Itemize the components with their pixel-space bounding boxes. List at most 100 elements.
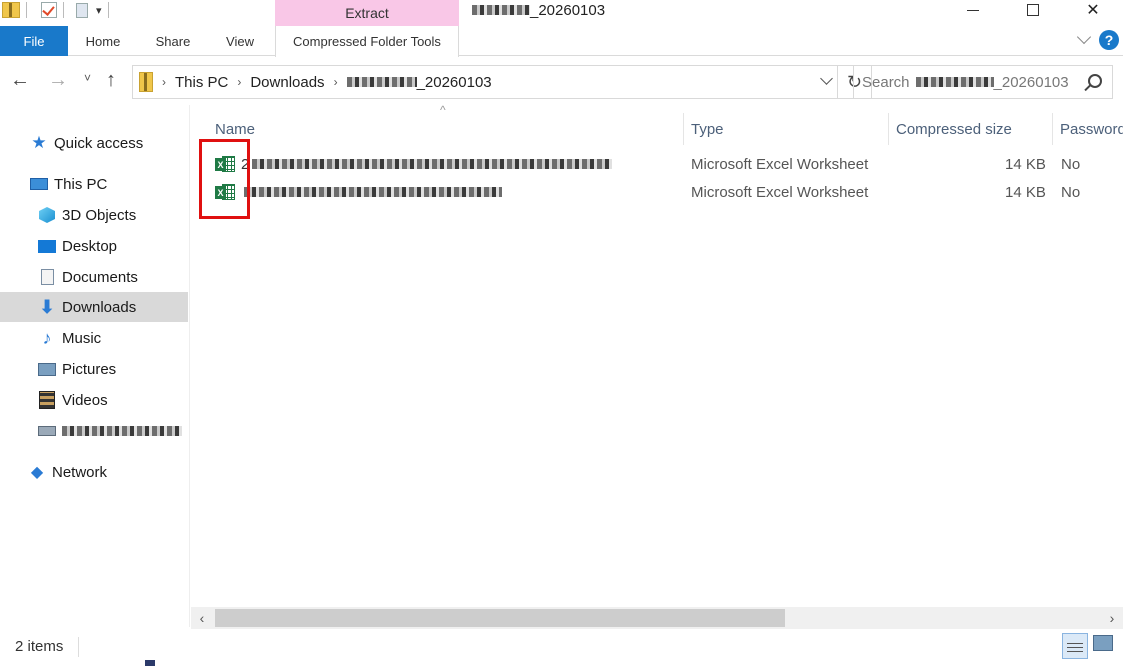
minimize-button[interactable] xyxy=(943,0,1003,20)
music-icon: ♪ xyxy=(42,327,52,348)
zip-folder-icon xyxy=(139,72,153,92)
nav-item-downloads[interactable]: ⬇ Downloads xyxy=(0,292,188,322)
nav-item-quick-access[interactable]: ★ Quick access xyxy=(0,128,188,158)
back-arrow-icon[interactable]: ← xyxy=(10,69,30,92)
nav-label: This PC xyxy=(54,175,108,193)
new-folder-icon[interactable] xyxy=(76,2,88,18)
nav-item-desktop[interactable]: Desktop xyxy=(0,231,188,261)
redacted-text xyxy=(346,77,417,87)
file-row[interactable]: X 2 Microsoft Excel Worksheet 14 KB No xyxy=(191,150,1123,178)
navigation-bar: ← → ˅ ↑ › This PC › Downloads › _2026010… xyxy=(0,57,1123,105)
redacted-text xyxy=(472,5,530,15)
nav-item-drive[interactable] xyxy=(0,416,188,446)
nav-label: Network xyxy=(52,463,108,481)
ribbon-tabs: File Home Share View Compressed Folder T… xyxy=(0,26,1123,57)
redacted-text xyxy=(252,159,613,169)
file-password: No xyxy=(1061,183,1081,201)
contextual-tab-group-extract: Extract xyxy=(275,0,459,26)
divider xyxy=(26,2,27,18)
horizontal-scrollbar[interactable]: ‹ › xyxy=(191,607,1123,629)
file-size: 14 KB xyxy=(1005,183,1046,201)
column-divider[interactable] xyxy=(1052,113,1053,145)
maximize-icon xyxy=(1027,4,1039,16)
column-header-type[interactable]: Type xyxy=(691,113,724,145)
desktop-icon xyxy=(38,238,56,254)
videos-icon xyxy=(38,391,56,409)
tab-view[interactable]: View xyxy=(214,26,266,56)
documents-icon xyxy=(38,269,56,285)
help-icon[interactable]: ? xyxy=(1099,30,1119,50)
file-size: 14 KB xyxy=(1005,155,1046,173)
nav-label: Quick access xyxy=(54,134,144,152)
breadcrumb-current-folder[interactable]: _20260103 xyxy=(417,74,492,91)
file-password: No xyxy=(1061,155,1081,173)
details-view-button[interactable] xyxy=(1062,633,1088,659)
details-view-icon xyxy=(1067,640,1083,652)
scrollbar-thumb[interactable] xyxy=(215,609,785,627)
computer-icon xyxy=(30,176,48,192)
file-type: Microsoft Excel Worksheet xyxy=(691,155,869,173)
nav-item-network[interactable]: ◆ Network xyxy=(0,457,188,487)
quick-access-toolbar: ▾ xyxy=(0,0,115,20)
nav-label: Pictures xyxy=(62,360,117,378)
nav-item-videos[interactable]: Videos xyxy=(0,385,188,415)
file-name[interactable]: 2 xyxy=(241,150,613,178)
cube-icon xyxy=(38,207,56,223)
nav-label: Videos xyxy=(62,391,108,409)
tab-file[interactable]: File xyxy=(0,26,68,56)
status-bar: 2 items xyxy=(0,629,1123,666)
redacted-text xyxy=(62,426,182,436)
file-name[interactable] xyxy=(241,178,502,206)
search-icon[interactable] xyxy=(1088,74,1102,88)
nav-item-pictures[interactable]: Pictures xyxy=(0,354,188,384)
nav-label: Music xyxy=(62,329,102,347)
maximize-button[interactable] xyxy=(1003,0,1063,20)
large-icons-view-icon[interactable] xyxy=(1093,635,1113,651)
column-divider[interactable] xyxy=(683,113,684,145)
nav-item-music[interactable]: ♪ Music xyxy=(0,323,188,353)
column-header-compressed-size[interactable]: Compressed size xyxy=(896,113,1012,145)
download-icon: ⬇ xyxy=(39,296,55,317)
close-button[interactable]: ✕ xyxy=(1063,0,1123,20)
breadcrumb-downloads[interactable]: Downloads xyxy=(250,74,324,91)
search-input[interactable]: Search _20260103 xyxy=(853,65,1113,99)
chevron-down-icon[interactable] xyxy=(820,72,833,85)
minimize-icon xyxy=(967,9,979,11)
breadcrumb-this-pc[interactable]: This PC xyxy=(175,74,228,91)
chevron-right-icon[interactable]: › xyxy=(334,75,338,89)
address-bar[interactable]: › This PC › Downloads › _20260103 xyxy=(132,65,838,99)
item-count: 2 items xyxy=(15,638,64,655)
sort-ascending-icon: ^ xyxy=(440,103,446,117)
nav-label: Desktop xyxy=(62,237,118,255)
network-icon: ◆ xyxy=(30,464,44,481)
window-title-suffix: _20260103 xyxy=(530,1,606,19)
up-arrow-icon[interactable]: ↑ xyxy=(106,69,116,92)
tab-share[interactable]: Share xyxy=(144,26,202,56)
chevron-right-icon[interactable]: › xyxy=(162,75,166,89)
scroll-left-icon[interactable]: ‹ xyxy=(191,607,213,629)
chevron-right-icon[interactable]: › xyxy=(237,75,241,89)
nav-item-this-pc[interactable]: This PC xyxy=(0,169,188,199)
column-divider[interactable] xyxy=(888,113,889,145)
divider xyxy=(78,637,79,657)
expand-ribbon-icon[interactable] xyxy=(1076,29,1092,45)
annotation-highlight-box xyxy=(199,139,250,219)
folder-zip-icon xyxy=(2,2,20,18)
window-title: _20260103 xyxy=(472,0,605,20)
taskbar-fragment xyxy=(145,660,155,666)
nav-item-documents[interactable]: Documents xyxy=(0,262,188,292)
nav-label: Downloads xyxy=(62,298,137,316)
column-header-password[interactable]: Password xyxy=(1060,113,1123,145)
customize-toolbar-icon[interactable]: ▾ xyxy=(96,4,102,17)
nav-item-3d-objects[interactable]: 3D Objects xyxy=(0,200,188,230)
redacted-text xyxy=(244,187,502,197)
tab-home[interactable]: Home xyxy=(72,26,134,56)
window-controls: ✕ xyxy=(943,0,1123,20)
scroll-right-icon[interactable]: › xyxy=(1101,607,1123,629)
recent-locations-icon[interactable]: ˅ xyxy=(84,71,91,85)
forward-arrow-icon[interactable]: → xyxy=(48,69,68,92)
file-row[interactable]: X Microsoft Excel Worksheet 14 KB No xyxy=(191,178,1123,206)
properties-icon[interactable] xyxy=(41,2,57,18)
redacted-text xyxy=(915,77,994,87)
tab-compressed-folder-tools[interactable]: Compressed Folder Tools xyxy=(275,26,459,57)
